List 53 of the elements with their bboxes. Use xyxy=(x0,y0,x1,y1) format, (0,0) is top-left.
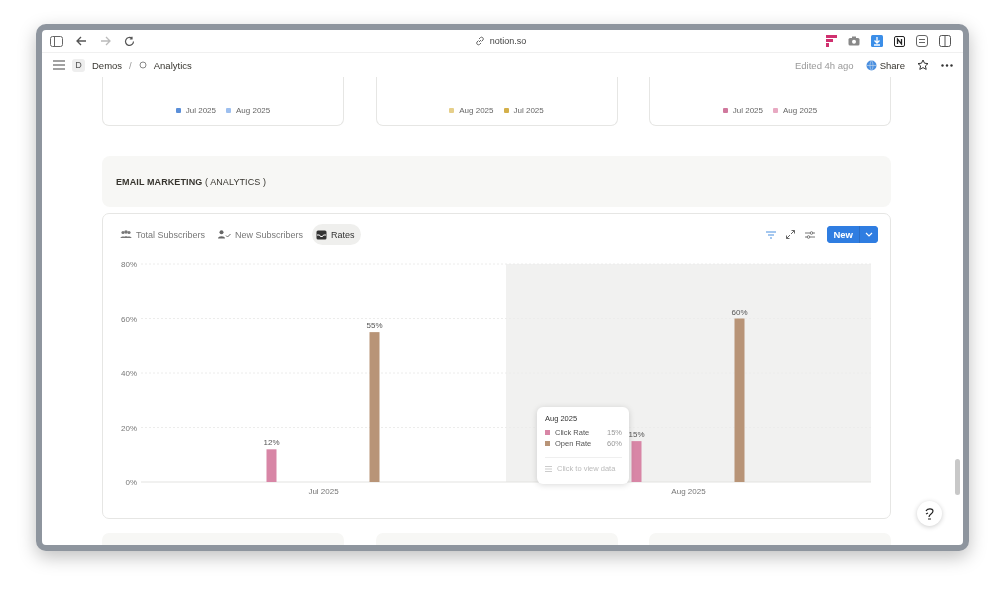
bar-value-label: 60% xyxy=(731,307,748,317)
back-icon[interactable] xyxy=(76,36,87,46)
view-tab[interactable]: Rates xyxy=(312,224,361,245)
y-axis-label: 80% xyxy=(121,260,137,269)
view-tab[interactable]: New Subscribers xyxy=(214,224,310,245)
y-axis-label: 20% xyxy=(121,423,137,433)
link-icon xyxy=(474,36,485,46)
dropdown-button[interactable] xyxy=(859,226,878,243)
legend-label: Aug 2025 xyxy=(459,106,494,115)
view-tab[interactable]: Total Subscribers xyxy=(116,224,212,245)
sidebar-icon[interactable] xyxy=(50,35,63,47)
x-axis-label: Jul 2025 xyxy=(308,487,339,496)
bar-value-label: 12% xyxy=(263,438,280,448)
group-icon xyxy=(120,230,132,239)
reader-icon[interactable] xyxy=(916,35,928,47)
address-text[interactable]: notion.so xyxy=(489,36,527,46)
inbox-icon xyxy=(316,229,328,240)
section-title: EMAIL MARKETING ( ANALYTICS ) xyxy=(116,176,267,187)
legend-label: Jul 2025 xyxy=(185,106,216,115)
y-axis-label: 40% xyxy=(121,369,137,378)
y-axis-label: 0% xyxy=(125,478,137,487)
camera-icon[interactable] xyxy=(848,36,860,46)
help-button[interactable] xyxy=(917,501,942,526)
menu-icon[interactable] xyxy=(53,60,65,70)
legend-label: Aug 2025 xyxy=(236,106,271,115)
list-icon xyxy=(545,465,552,472)
caret-icon xyxy=(865,232,873,237)
x-axis-label: Aug 2025 xyxy=(671,487,706,496)
legend-label: Jul 2025 xyxy=(732,106,763,115)
person-check-icon xyxy=(218,230,232,239)
notion-icon[interactable] xyxy=(894,35,905,47)
bar-value-label: 15% xyxy=(628,430,645,440)
globe-icon xyxy=(865,59,877,71)
page-circle-icon xyxy=(138,61,147,69)
reload-icon[interactable] xyxy=(124,35,135,47)
breadcrumb-link[interactable]: Analytics xyxy=(153,59,192,71)
more-icon[interactable] xyxy=(941,63,953,67)
legend-label: Aug 2025 xyxy=(783,106,818,115)
extension-icon[interactable] xyxy=(826,35,837,47)
breadcrumb-link[interactable]: Demos xyxy=(92,59,123,71)
workspace-avatar[interactable]: D xyxy=(72,58,85,72)
y-axis-label: 60% xyxy=(121,314,137,324)
expand-icon[interactable] xyxy=(786,230,796,239)
download-icon[interactable] xyxy=(871,35,883,47)
settings-icon[interactable] xyxy=(805,230,816,239)
edited-time: Edited 4h ago xyxy=(795,59,854,71)
legend-label: Jul 2025 xyxy=(513,106,544,115)
breadcrumb-separator: / xyxy=(129,59,132,71)
star-icon[interactable] xyxy=(917,59,929,71)
share-button[interactable]: Share xyxy=(865,59,905,71)
scrollbar-thumb[interactable] xyxy=(955,459,960,495)
bar-value-label: 55% xyxy=(366,321,383,331)
split-view-icon[interactable] xyxy=(939,35,951,47)
